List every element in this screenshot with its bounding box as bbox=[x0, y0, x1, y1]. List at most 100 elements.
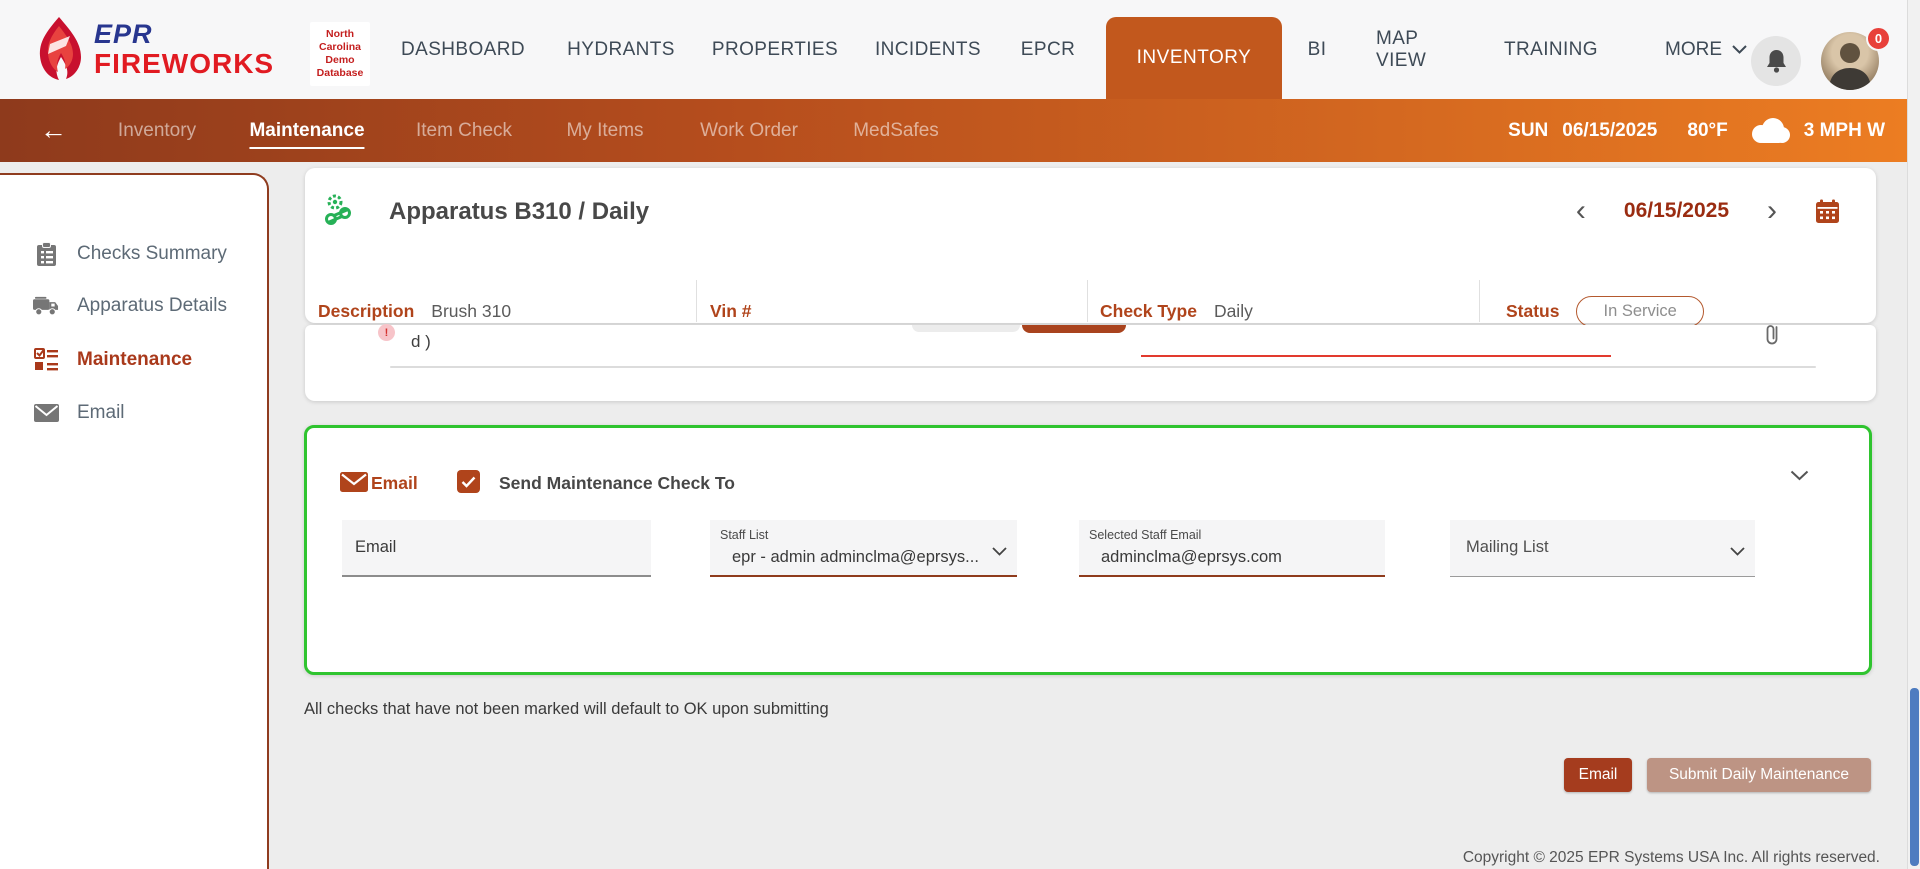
row-divider bbox=[390, 366, 1816, 368]
maintenance-sidebar: Checks Summary Apparatus Details bbox=[0, 173, 269, 869]
wind-speed: 3 MPH W bbox=[1804, 120, 1885, 142]
nav-dashboard[interactable]: DASHBOARD bbox=[401, 0, 525, 99]
current-date: 06/15/2025 bbox=[1562, 120, 1657, 142]
fire-truck-icon bbox=[33, 296, 59, 316]
chevron-down-icon bbox=[1730, 543, 1745, 561]
description-field: Description Brush 310 bbox=[318, 296, 511, 326]
alert-icon: ! bbox=[378, 324, 395, 341]
send-maintenance-check-label: Send Maintenance Check To bbox=[499, 473, 735, 494]
check-type-value: Daily bbox=[1214, 301, 1253, 322]
vin-field: Vin # bbox=[710, 296, 769, 326]
sidebar-item-apparatus-details[interactable]: Apparatus Details bbox=[0, 291, 267, 321]
sidebar-item-maintenance[interactable]: Maintenance bbox=[0, 345, 267, 375]
nav-incidents[interactable]: INCIDENTS bbox=[875, 0, 981, 99]
demo-database-badge: North Carolina Demo Database bbox=[310, 22, 370, 86]
checklist-fragment-card: ! d ) bbox=[305, 325, 1876, 401]
email-envelope-icon bbox=[340, 472, 368, 497]
weather-strip: SUN 06/15/2025 80°F 3 MPH W bbox=[1508, 99, 1885, 162]
sidebar-item-label: Maintenance bbox=[77, 349, 192, 371]
scrollbar-thumb[interactable] bbox=[1910, 688, 1919, 866]
copyright-text: Copyright © 2025 EPR Systems USA Inc. Al… bbox=[1463, 849, 1880, 867]
notification-count-badge: 0 bbox=[1866, 26, 1891, 51]
divider bbox=[696, 280, 697, 322]
sidebar-item-label: Checks Summary bbox=[77, 243, 227, 265]
subnav-inventory[interactable]: Inventory bbox=[118, 99, 196, 162]
nav-hydrants[interactable]: HYDRANTS bbox=[567, 0, 675, 99]
notifications-button[interactable] bbox=[1751, 36, 1801, 86]
nav-map-view[interactable]: MAP VIEW bbox=[1376, 0, 1440, 99]
selected-staff-email-field[interactable]: Selected Staff Email adminclma@eprsys.co… bbox=[1079, 520, 1385, 577]
top-navbar: EPR FIREWORKS North Carolina Demo Databa… bbox=[0, 0, 1907, 99]
chevron-down-icon bbox=[1732, 45, 1747, 54]
selected-staff-email-label: Selected Staff Email bbox=[1089, 528, 1201, 542]
nav-properties[interactable]: PROPERTIES bbox=[712, 0, 838, 99]
email-input-placeholder: Email bbox=[342, 520, 651, 575]
cloud-icon bbox=[1748, 117, 1790, 144]
default-ok-note: All checks that have not been marked wil… bbox=[304, 700, 829, 719]
subnav-maintenance[interactable]: Maintenance bbox=[249, 99, 364, 162]
email-section: Email Send Maintenance Check To Email St… bbox=[304, 425, 1872, 675]
collapse-chevron-icon[interactable] bbox=[1790, 468, 1809, 486]
subnav-work-order[interactable]: Work Order bbox=[700, 99, 798, 162]
next-day-button[interactable]: › bbox=[1767, 196, 1777, 226]
status-field: Status In Service bbox=[1506, 296, 1704, 326]
vin-label: Vin # bbox=[710, 301, 752, 322]
sidebar-item-checks-summary[interactable]: Checks Summary bbox=[0, 239, 267, 269]
email-input[interactable]: Email bbox=[342, 520, 651, 577]
logo[interactable]: EPR FIREWORKS bbox=[36, 16, 274, 82]
check-type-field: Check Type Daily bbox=[1100, 296, 1253, 326]
checkmark-icon bbox=[461, 476, 476, 488]
calendar-icon[interactable] bbox=[1815, 199, 1840, 224]
status-label: Status bbox=[1506, 301, 1559, 322]
subnav-my-items[interactable]: My Items bbox=[566, 99, 643, 162]
description-value: Brush 310 bbox=[431, 301, 511, 322]
weekday: SUN bbox=[1508, 120, 1548, 142]
temperature: 80°F bbox=[1687, 120, 1727, 142]
selected-staff-email-value: adminclma@eprsys.com bbox=[1101, 548, 1282, 567]
selected-date[interactable]: 06/15/2025 bbox=[1624, 199, 1729, 223]
toggle-segment-unselected[interactable] bbox=[912, 325, 1020, 332]
divider bbox=[1479, 280, 1480, 322]
sidebar-item-label: Apparatus Details bbox=[77, 295, 227, 317]
email-section-title: Email bbox=[371, 473, 418, 494]
send-check-checkbox[interactable] bbox=[457, 470, 480, 493]
chevron-down-icon bbox=[992, 543, 1007, 561]
scrollbar-track[interactable] bbox=[1907, 0, 1920, 869]
logo-epr-text: EPR bbox=[94, 19, 274, 50]
logo-fireworks-text: FIREWORKS bbox=[94, 48, 274, 80]
divider bbox=[1087, 280, 1088, 322]
date-navigator: ‹ 06/15/2025 › bbox=[1576, 196, 1840, 226]
nav-inventory-active-tab[interactable]: INVENTORY bbox=[1106, 17, 1282, 99]
nav-more[interactable]: MORE bbox=[1665, 0, 1747, 99]
page-title: Apparatus B310 / Daily bbox=[389, 198, 649, 226]
clipboard-icon bbox=[33, 242, 59, 267]
staff-list-label: Staff List bbox=[720, 528, 768, 542]
sidebar-item-label: Email bbox=[77, 402, 125, 424]
checklist-fragment-text: d ) bbox=[411, 332, 431, 352]
back-arrow-icon[interactable]: ← bbox=[40, 99, 67, 162]
nav-bi[interactable]: BI bbox=[1308, 0, 1327, 99]
prev-day-button[interactable]: ‹ bbox=[1576, 196, 1586, 226]
subnav-item-check[interactable]: Item Check bbox=[416, 99, 512, 162]
checklist-icon bbox=[33, 348, 59, 372]
mailing-list-label: Mailing List bbox=[1450, 520, 1755, 575]
email-button[interactable]: Email bbox=[1564, 758, 1632, 792]
bell-icon bbox=[1765, 48, 1788, 74]
nav-epcr[interactable]: EPCR bbox=[1021, 0, 1075, 99]
nav-training[interactable]: TRAINING bbox=[1504, 0, 1598, 99]
staff-list-value: epr - admin adminclma@eprsys... bbox=[732, 548, 979, 567]
check-type-label: Check Type bbox=[1100, 301, 1197, 322]
status-badge[interactable]: In Service bbox=[1576, 296, 1703, 327]
description-label: Description bbox=[318, 301, 414, 322]
toggle-segment-selected[interactable] bbox=[1022, 325, 1126, 333]
subnav-medsafes[interactable]: MedSafes bbox=[853, 99, 939, 162]
mailing-list-select[interactable]: Mailing List bbox=[1450, 520, 1755, 577]
flame-icon bbox=[36, 16, 82, 82]
inventory-subnav: ← Inventory Maintenance Item Check My It… bbox=[0, 99, 1907, 162]
apparatus-engine-icon bbox=[323, 192, 353, 231]
sidebar-item-email[interactable]: Email bbox=[0, 398, 267, 428]
staff-list-select[interactable]: Staff List epr - admin adminclma@eprsys.… bbox=[710, 520, 1017, 577]
submit-daily-maintenance-button[interactable]: Submit Daily Maintenance bbox=[1647, 758, 1871, 792]
attachment-paperclip-icon[interactable] bbox=[1763, 323, 1782, 351]
app-root: EPR FIREWORKS North Carolina Demo Databa… bbox=[0, 0, 1920, 869]
